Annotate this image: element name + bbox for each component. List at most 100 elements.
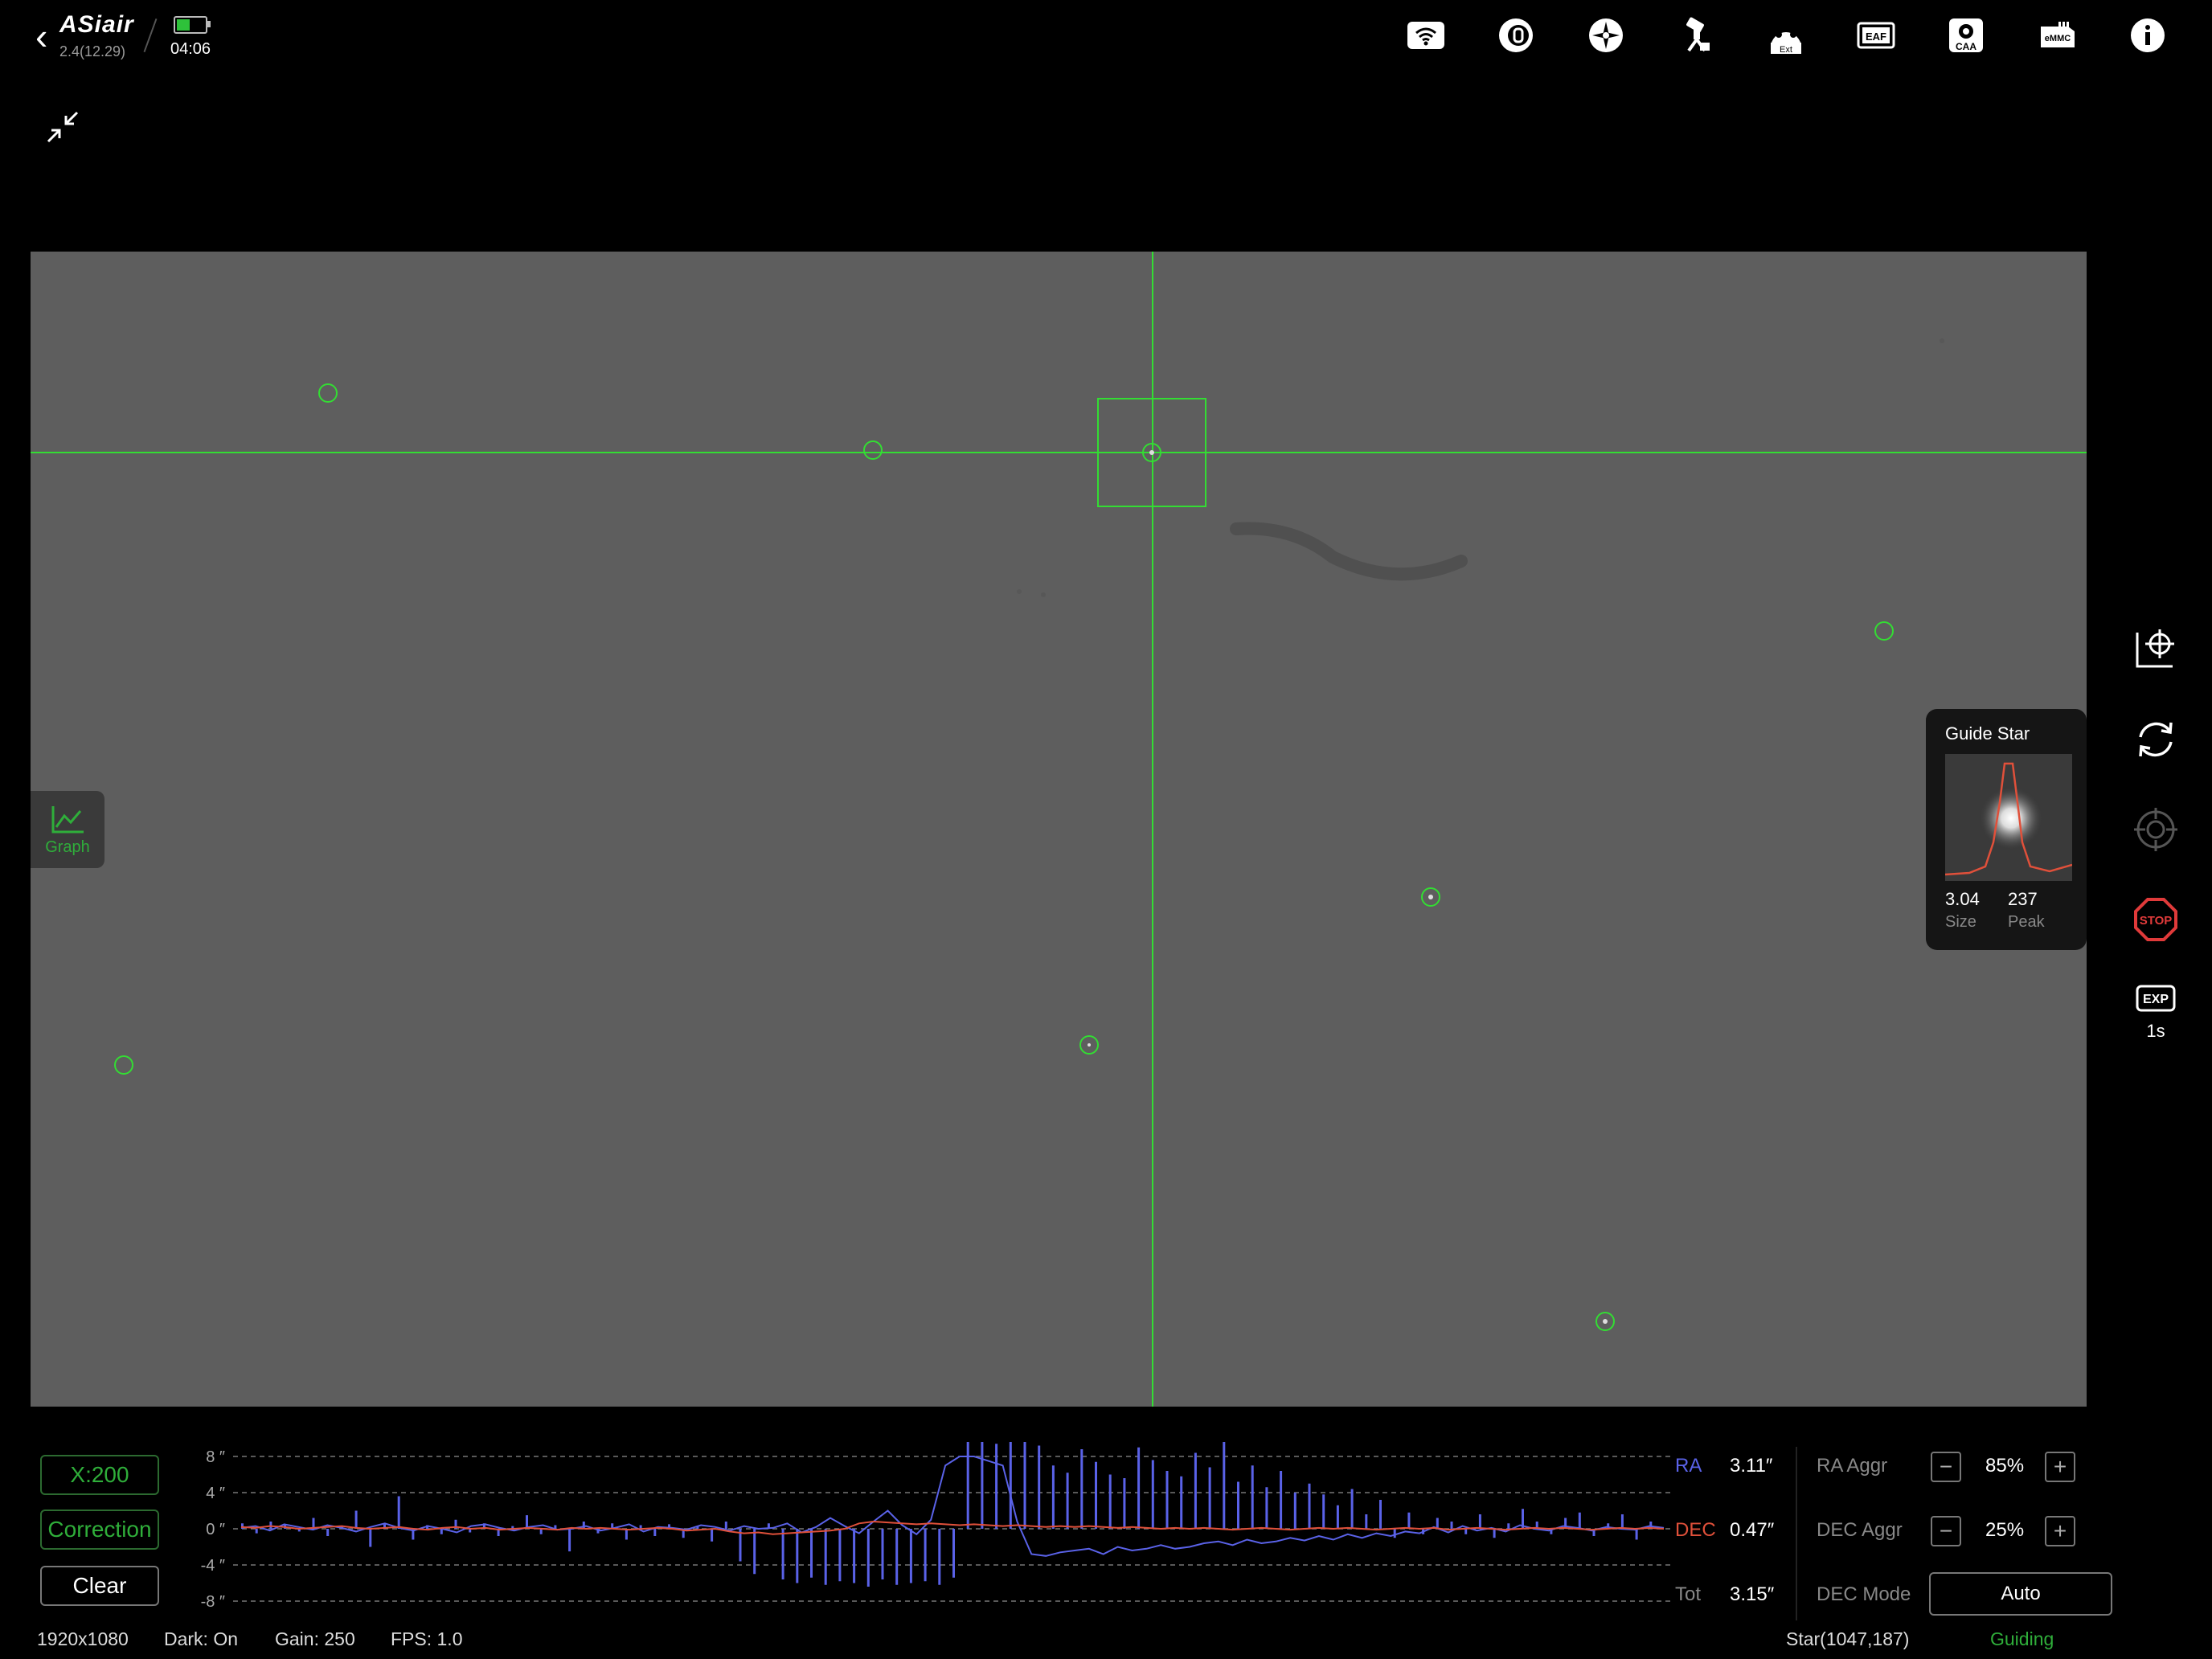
ra-correction-bar: [369, 1529, 372, 1547]
ra-correction-bar: [1308, 1483, 1311, 1529]
ra-correction-bar: [995, 1444, 998, 1529]
ra-aggr-increase-button[interactable]: +: [2045, 1452, 2075, 1482]
ra-rms-value: 3.11″: [1730, 1455, 1773, 1477]
clear-graph-button[interactable]: Clear: [40, 1566, 159, 1606]
ra-correction-bar: [1478, 1514, 1481, 1529]
ra-correction-bar: [269, 1522, 272, 1529]
ra-correction-bar: [1237, 1481, 1239, 1529]
filter-wheel-ext-icon[interactable]: Ext: [1765, 14, 1807, 56]
ext-label: Ext: [1780, 45, 1792, 55]
y-tick-label: 0 ″: [206, 1521, 225, 1538]
ra-correction-bar: [255, 1529, 258, 1534]
star-position-status: Star(1047,187): [1786, 1628, 1910, 1649]
collapse-icon[interactable]: [45, 109, 80, 145]
ra-correction-bar: [1223, 1442, 1226, 1529]
ra-correction-bar: [568, 1529, 571, 1552]
star-peak-value: 237: [2008, 889, 2038, 909]
target-icon[interactable]: [2132, 805, 2180, 854]
ra-correction-bar: [1123, 1478, 1126, 1529]
dec-aggr-decrease-button[interactable]: −: [1931, 1516, 1961, 1546]
star-markers: [114, 383, 1894, 1075]
ra-correction-bar: [1095, 1461, 1097, 1529]
divider: [1796, 1447, 1797, 1620]
eaf-label: EAF: [1866, 31, 1886, 43]
ra-correction-bar: [1194, 1452, 1197, 1529]
ra-correction-bar: [1180, 1476, 1183, 1529]
exposure-icon[interactable]: EXP: [2132, 974, 2180, 1022]
sensor-smudge: [1230, 522, 1468, 581]
ra-correction-bar: [1208, 1467, 1211, 1529]
ra-correction-bar: [895, 1529, 899, 1585]
ra-correction-bar: [1336, 1505, 1339, 1529]
ra-correction-bar: [1280, 1471, 1283, 1529]
graph-label: Graph: [45, 838, 90, 856]
refresh-icon[interactable]: [2132, 715, 2180, 764]
gain-status: Gain: 250: [275, 1628, 355, 1649]
ra-correction-bar: [1151, 1460, 1154, 1529]
star-marker: [1874, 621, 1894, 641]
ra-aggr-label: RA Aggr: [1817, 1455, 1888, 1477]
ra-correction-bar: [838, 1529, 842, 1582]
guiding-state-status: Guiding: [1990, 1628, 2054, 1649]
dark-status: Dark: On: [164, 1628, 239, 1649]
eaf-icon[interactable]: EAF: [1855, 14, 1897, 56]
info-icon[interactable]: [2127, 14, 2169, 56]
ra-correction-bar: [810, 1529, 813, 1578]
graph-toggle-button[interactable]: Graph: [31, 791, 104, 868]
ra-correction-bar: [1080, 1449, 1083, 1529]
stop-icon[interactable]: STOP: [2132, 895, 2180, 944]
ra-correction-bar: [1464, 1529, 1468, 1534]
ra-correction-bar: [966, 1442, 969, 1529]
star-marker: [863, 440, 883, 460]
clock-time: 04:06: [170, 40, 211, 58]
dec-aggr-increase-button[interactable]: +: [2045, 1516, 2075, 1546]
guide-star-title: Guide Star: [1945, 723, 2030, 743]
top-bar: ‹ ASiair 2.4(12.29) 04:06 Ext EAF CAA eM…: [0, 0, 2212, 72]
ra-correction-bar: [1009, 1442, 1012, 1529]
dec-mode-label: DEC Mode: [1817, 1583, 1911, 1605]
total-rms-label: Tot: [1675, 1583, 1702, 1605]
ra-correction-bar: [711, 1529, 714, 1542]
ra-correction-bar: [1023, 1442, 1026, 1529]
ra-correction-bar: [909, 1529, 912, 1583]
ra-correction-bar: [938, 1529, 941, 1585]
y-tick-label: 4 ″: [206, 1485, 225, 1502]
star-peak-label: Peak: [2008, 913, 2045, 931]
select-star-icon[interactable]: [2132, 624, 2180, 672]
y-tick-label: -8 ″: [201, 1593, 225, 1611]
ra-correction-bar: [924, 1529, 927, 1582]
ra-correction-bar: [724, 1522, 727, 1529]
guiding-graph: 8 ″ 4 ″ 0 ″ -4 ″ -8 ″: [161, 1431, 1680, 1628]
ra-correction-bar: [981, 1442, 984, 1529]
emmc-label: eMMC: [2045, 34, 2071, 43]
ra-correction-bar: [1436, 1518, 1439, 1529]
ra-correction-bar: [1507, 1523, 1510, 1529]
ra-correction-bar: [753, 1529, 756, 1575]
ra-correction-bar: [1108, 1474, 1112, 1529]
ra-correction-bar: [1620, 1514, 1624, 1529]
ra-correction-bar: [1379, 1500, 1382, 1529]
camera-icon[interactable]: [1495, 14, 1537, 56]
back-chevron-icon[interactable]: ‹: [35, 18, 47, 55]
mount-icon[interactable]: [1677, 14, 1718, 56]
guide-camera-icon[interactable]: [1585, 14, 1627, 56]
y-tick-label: -4 ″: [201, 1557, 225, 1575]
graph-scale-button[interactable]: X:200: [40, 1455, 159, 1495]
ra-correction-bar: [1265, 1487, 1268, 1529]
ra-aggr-decrease-button[interactable]: −: [1931, 1452, 1961, 1482]
guide-camera-view[interactable]: [31, 252, 2087, 1407]
app-version: 2.4(12.29): [59, 43, 126, 59]
dec-mode-select[interactable]: Auto: [1929, 1572, 2112, 1616]
ra-correction-bar: [326, 1529, 330, 1536]
ra-correction-bar: [1066, 1473, 1069, 1529]
caa-icon[interactable]: CAA: [1945, 14, 1987, 56]
emmc-icon[interactable]: eMMC: [2037, 14, 2079, 56]
ra-correction-bar: [1165, 1471, 1169, 1529]
stop-label: STOP: [2140, 914, 2173, 928]
correction-toggle-button[interactable]: Correction: [40, 1509, 159, 1550]
dec-aggr-label: DEC Aggr: [1817, 1519, 1903, 1541]
total-rms-value: 3.15″: [1730, 1583, 1775, 1605]
line-chart-icon: [51, 805, 84, 833]
wifi-icon[interactable]: [1405, 14, 1447, 56]
ra-correction-bar: [1365, 1514, 1368, 1529]
